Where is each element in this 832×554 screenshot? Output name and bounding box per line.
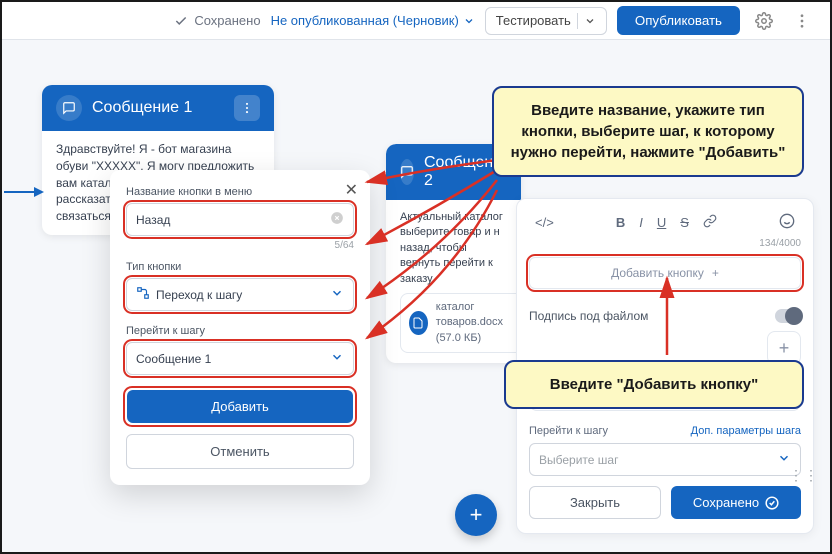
clear-icon[interactable] xyxy=(330,211,344,228)
settings-button[interactable] xyxy=(750,7,778,35)
test-button[interactable]: Тестировать xyxy=(485,7,607,35)
name-label: Название кнопки в меню xyxy=(126,186,354,198)
tooltip-callout-1: Введите название, укажите тип кнопки, вы… xyxy=(492,86,804,177)
extra-params-link[interactable]: Доп. параметры шага xyxy=(691,425,801,437)
step-select[interactable]: Выберите шаг xyxy=(529,443,801,476)
draft-status[interactable]: Не опубликованная (Черновик) xyxy=(271,13,475,28)
chevron-down-icon xyxy=(330,286,344,303)
card-body: Актуальный каталог выберите товар и н на… xyxy=(386,200,521,363)
caption-label: Подпись под файлом xyxy=(529,309,801,323)
message-icon xyxy=(56,95,82,121)
card-menu-button[interactable] xyxy=(234,95,260,121)
add-button-modal: ✕ Название кнопки в меню Назад 5/64 Тип … xyxy=(110,170,370,485)
caption-toggle[interactable] xyxy=(775,309,801,323)
bold-button[interactable]: B xyxy=(616,215,625,230)
tooltip-callout-2: Введите "Добавить кнопку" xyxy=(504,360,804,409)
underline-button[interactable]: U xyxy=(657,215,666,230)
close-panel-button[interactable]: Закрыть xyxy=(529,486,661,519)
message-icon xyxy=(400,159,414,185)
goto-select[interactable]: Сообщение 1 xyxy=(126,342,354,375)
more-button[interactable] xyxy=(788,7,816,35)
chevron-down-icon xyxy=(777,451,791,468)
topbar: Сохранено Не опубликованная (Черновик) Т… xyxy=(2,2,830,40)
attachment[interactable]: каталог товаров.docx (57.0 КБ) xyxy=(400,293,521,353)
canvas[interactable]: Сообщение 1 Здравствуйте! Я - бот магази… xyxy=(2,40,830,552)
goto-label: Перейти к шагу xyxy=(529,425,608,437)
check-circle-icon xyxy=(765,496,779,510)
link-button[interactable] xyxy=(703,214,717,231)
chevron-down-icon xyxy=(463,15,475,27)
char-counter: 5/64 xyxy=(126,240,354,251)
gear-icon xyxy=(755,12,773,30)
cancel-button[interactable]: Отменить xyxy=(126,434,354,469)
add-button-block[interactable]: Добавить кнопку+ xyxy=(529,257,801,289)
saved-button[interactable]: Сохранено xyxy=(671,486,801,519)
flow-arrow-in-icon xyxy=(4,182,44,202)
strike-button[interactable]: S xyxy=(680,215,689,230)
saved-status: Сохранено xyxy=(174,13,260,28)
text-toolbar: </> B I U S xyxy=(529,209,801,236)
file-icon xyxy=(409,311,428,335)
flow-icon xyxy=(136,286,150,303)
card-header: Сообщение 1 xyxy=(42,85,274,131)
code-icon[interactable]: </> xyxy=(535,215,554,230)
goto-label: Перейти к шагу xyxy=(126,325,354,337)
chevron-down-icon xyxy=(584,15,596,27)
italic-button[interactable]: I xyxy=(639,215,643,230)
fab-add-button[interactable]: + xyxy=(455,494,497,536)
card-title: Сообщение 1 xyxy=(92,99,192,117)
more-vertical-icon xyxy=(793,12,811,30)
type-select[interactable]: Переход к шагу xyxy=(126,278,354,311)
type-label: Тип кнопки xyxy=(126,261,354,273)
close-button[interactable]: ✕ xyxy=(345,180,358,200)
publish-button[interactable]: Опубликовать xyxy=(617,6,740,35)
add-button[interactable]: Добавить xyxy=(127,390,353,423)
drag-handle-icon[interactable]: ⋮⋮ xyxy=(789,467,819,484)
text-counter: 134/4000 xyxy=(529,238,801,249)
emoji-button[interactable] xyxy=(779,213,795,232)
chevron-down-icon xyxy=(330,350,344,367)
name-input[interactable]: Назад xyxy=(126,203,354,236)
check-icon xyxy=(174,14,188,28)
more-vertical-icon xyxy=(240,101,254,115)
